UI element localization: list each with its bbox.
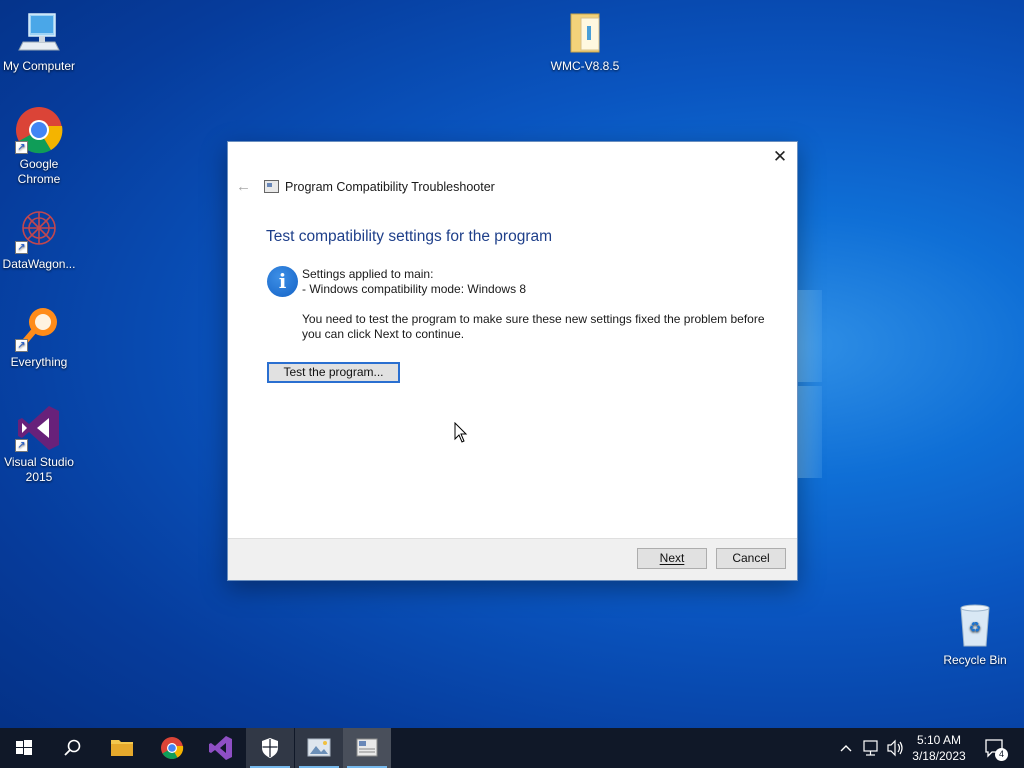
back-arrow-icon[interactable]: ← xyxy=(236,178,251,195)
instructions-text: you can click Next to continue. xyxy=(302,327,465,341)
desktop-icon-everything[interactable]: ↗ Everything xyxy=(0,304,78,370)
instructions-text: You need to test the program to make sur… xyxy=(302,312,765,326)
file-explorer-icon xyxy=(111,740,133,756)
shortcut-arrow-icon: ↗ xyxy=(15,339,28,352)
desktop-icon-google-chrome[interactable]: ↗ Google Chrome xyxy=(0,106,78,187)
start-button[interactable] xyxy=(0,728,48,768)
desktop-icon-label: WMC-V8.8.5 xyxy=(550,59,620,73)
speaker-icon xyxy=(887,739,903,757)
chrome-icon: ↗ xyxy=(15,106,63,154)
network-button[interactable] xyxy=(860,728,882,768)
taskbar: 5:10 AM 3/18/2023 4 xyxy=(0,728,1024,768)
shortcut-arrow-icon: ↗ xyxy=(15,439,28,452)
desktop-icon-datawagon[interactable]: ↗ DataWagon... xyxy=(0,206,78,272)
desktop-icon-label: Everything xyxy=(10,355,68,369)
visual-studio-icon xyxy=(209,736,232,760)
folder-icon xyxy=(561,8,609,56)
desktop-icon-label: My Computer xyxy=(2,59,76,73)
clock-time: 5:10 AM xyxy=(916,733,962,747)
recycle-bin-icon: ♻ xyxy=(951,602,999,650)
network-icon xyxy=(863,740,878,756)
wallpaper-logo-pane xyxy=(798,290,822,382)
desktop-icon-wmc-folder[interactable]: WMC-V8.8.5 xyxy=(546,8,624,74)
windows-security-icon xyxy=(262,738,278,758)
close-button[interactable]: ✕ xyxy=(771,148,789,166)
dialog-footer: Next Cancel xyxy=(228,538,797,580)
computer-icon xyxy=(15,8,63,56)
troubleshooter-icon xyxy=(356,738,378,757)
show-hidden-icons-button[interactable] xyxy=(836,728,856,768)
taskbar-clock[interactable]: 5:10 AM 3/18/2023 xyxy=(906,732,972,764)
next-button-label: Next xyxy=(659,551,685,565)
wallpaper-logo-pane xyxy=(798,386,822,478)
image-viewer-icon xyxy=(307,738,331,757)
notification-badge: 4 xyxy=(995,748,1008,761)
troubleshooter-icon xyxy=(264,180,279,193)
troubleshooter-dialog: ✕ ← Program Compatibility Troubleshooter… xyxy=(227,141,798,581)
taskbar-windows-security[interactable] xyxy=(246,728,294,768)
action-center-button[interactable]: 4 xyxy=(978,728,1012,768)
notification-icon xyxy=(985,739,1003,758)
datawagon-icon: ↗ xyxy=(15,206,63,254)
desktop-icon-label: Visual Studio 2015 xyxy=(4,455,74,484)
volume-button[interactable] xyxy=(884,728,906,768)
taskbar-file-explorer[interactable] xyxy=(98,728,146,768)
shortcut-arrow-icon: ↗ xyxy=(15,241,28,254)
desktop-icon-visual-studio[interactable]: ↗ Visual Studio 2015 xyxy=(0,404,78,485)
taskbar-visual-studio[interactable] xyxy=(197,728,245,768)
info-icon: i xyxy=(267,266,298,297)
svg-text:♻: ♻ xyxy=(969,620,982,636)
desktop-icon-label: Recycle Bin xyxy=(943,653,1007,667)
chevron-up-icon xyxy=(840,745,852,752)
taskbar-troubleshooter[interactable] xyxy=(343,728,391,768)
next-button[interactable]: Next xyxy=(637,548,707,569)
cancel-button[interactable]: Cancel xyxy=(716,548,786,569)
compatibility-mode-text: - Windows compatibility mode: Windows 8 xyxy=(302,282,527,296)
visual-studio-icon: ↗ xyxy=(15,404,63,452)
desktop-icon-my-computer[interactable]: My Computer xyxy=(0,8,78,74)
dialog-app-title: Program Compatibility Troubleshooter xyxy=(285,180,495,194)
desktop-icon-label: Google Chrome xyxy=(17,157,61,186)
page-title: Test compatibility settings for the prog… xyxy=(266,228,553,245)
taskbar-image-viewer[interactable] xyxy=(295,728,343,768)
search-icon xyxy=(64,739,81,756)
start-icon xyxy=(16,740,32,755)
shortcut-arrow-icon: ↗ xyxy=(15,141,28,154)
mouse-cursor-icon xyxy=(454,422,468,443)
desktop-icon-label: DataWagon... xyxy=(2,257,76,271)
settings-applied-text: Settings applied to main: xyxy=(302,267,434,281)
everything-icon: ↗ xyxy=(15,304,63,352)
test-program-button[interactable]: Test the program... xyxy=(267,362,400,383)
clock-date: 3/18/2023 xyxy=(912,749,966,763)
chrome-icon xyxy=(161,737,184,759)
desktop-icon-recycle-bin[interactable]: ♻ Recycle Bin xyxy=(936,602,1014,668)
taskbar-chrome[interactable] xyxy=(148,728,196,768)
search-button[interactable] xyxy=(48,728,96,768)
